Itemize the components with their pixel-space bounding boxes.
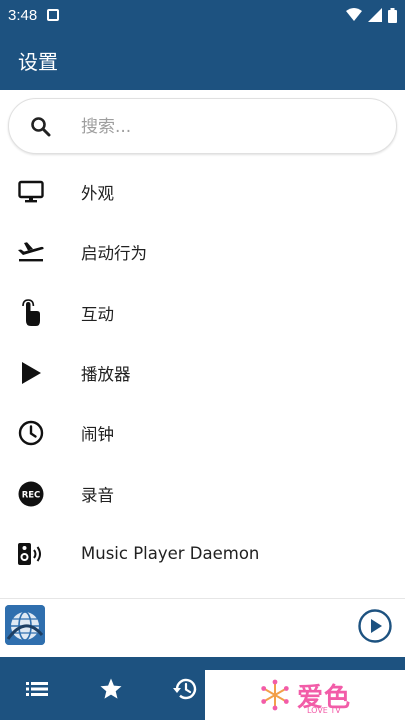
menu-item-label: Music Player Daemon bbox=[81, 544, 260, 564]
status-icons bbox=[346, 7, 397, 23]
takeoff-icon bbox=[17, 238, 45, 266]
app-bar: 设置 bbox=[0, 30, 405, 90]
touch-icon bbox=[17, 298, 45, 327]
monitor-icon bbox=[17, 178, 45, 206]
battery-icon bbox=[388, 7, 397, 23]
play-icon bbox=[17, 359, 45, 387]
status-time: 3:48 bbox=[8, 6, 38, 24]
menu-item-interaction[interactable]: 互动 bbox=[0, 283, 405, 343]
rec-icon: REC bbox=[17, 480, 45, 508]
search-box[interactable] bbox=[8, 98, 397, 154]
menu-item-appearance[interactable]: 外观 bbox=[0, 162, 405, 222]
menu-item-recording[interactable]: REC 录音 bbox=[0, 463, 405, 523]
status-bar: 3:48 bbox=[0, 0, 405, 30]
album-art[interactable] bbox=[5, 605, 45, 645]
wifi-icon bbox=[346, 8, 362, 21]
notification-icon bbox=[47, 9, 60, 21]
search-input[interactable] bbox=[81, 111, 371, 143]
menu-item-label: 闹钟 bbox=[81, 425, 114, 445]
signal-icon bbox=[368, 8, 382, 22]
menu-item-label: 录音 bbox=[81, 485, 114, 505]
menu-item-label: 启动行为 bbox=[81, 244, 147, 264]
menu-item-label: 互动 bbox=[81, 304, 114, 324]
watermark: 爱色 LOVE TV bbox=[205, 670, 405, 720]
page-title: 设置 bbox=[18, 49, 58, 74]
list-icon[interactable] bbox=[23, 675, 51, 703]
clock-icon bbox=[17, 419, 45, 447]
mini-player[interactable] bbox=[0, 598, 405, 656]
menu-item-alarm[interactable]: 闹钟 bbox=[0, 403, 405, 463]
history-icon[interactable] bbox=[171, 675, 199, 703]
speaker-icon bbox=[17, 540, 45, 568]
menu-item-mpd[interactable]: Music Player Daemon bbox=[0, 524, 405, 584]
menu-item-label: 播放器 bbox=[81, 365, 131, 385]
menu-item-startup[interactable]: 启动行为 bbox=[0, 222, 405, 282]
svg-text:REC: REC bbox=[22, 490, 41, 500]
play-button[interactable] bbox=[358, 609, 392, 643]
star-icon[interactable] bbox=[97, 675, 125, 703]
menu-item-player[interactable]: 播放器 bbox=[0, 343, 405, 403]
snowflake-logo-icon bbox=[261, 679, 289, 711]
search-icon bbox=[31, 117, 51, 137]
menu-item-label: 外观 bbox=[81, 184, 114, 204]
settings-menu: 外观 启动行为 互动 播放器 闹钟 REC 录音 Music Player Da… bbox=[0, 162, 405, 584]
watermark-subtext: LOVE TV bbox=[307, 706, 341, 715]
